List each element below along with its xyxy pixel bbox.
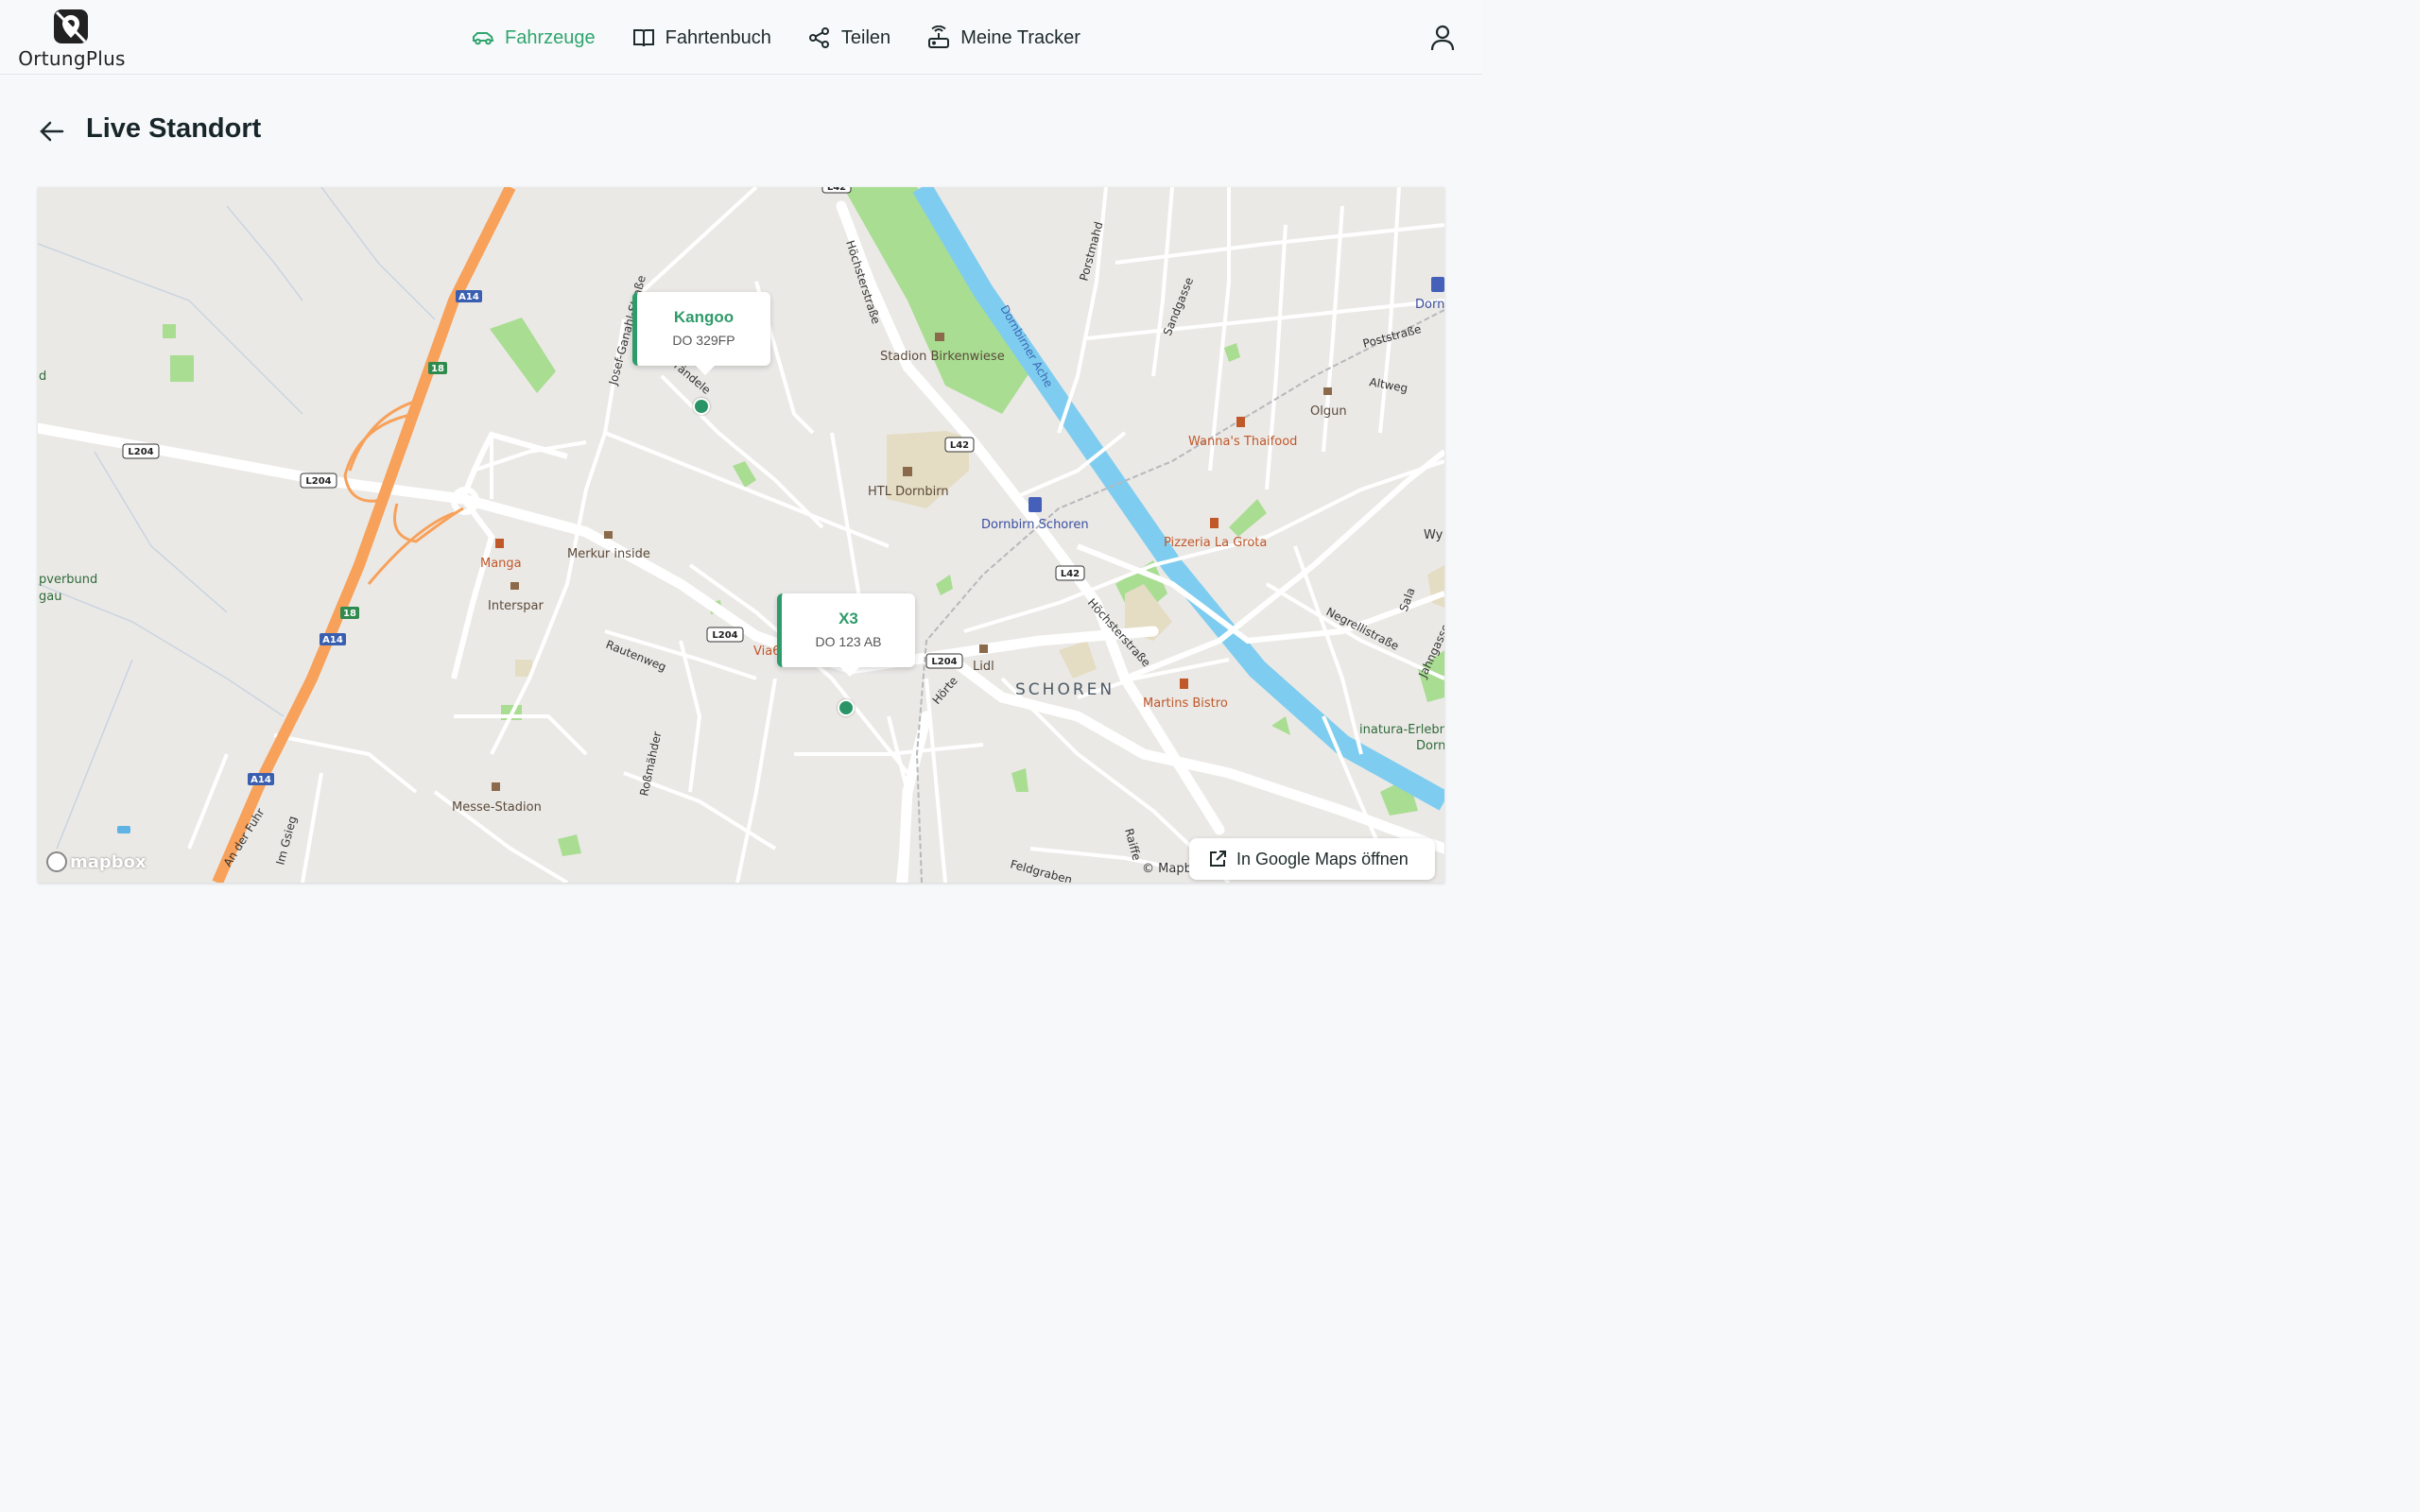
nav-item-label: Teilen <box>840 26 891 48</box>
back-arrow-icon[interactable] <box>36 115 68 147</box>
vehicle-plate: DO 329FP <box>672 333 735 348</box>
campus-areas <box>515 431 1444 679</box>
poi-label: Dorn <box>1416 739 1444 753</box>
road-shield-label: L42 <box>1061 569 1080 579</box>
logo-text: OrtungPlus <box>18 47 126 70</box>
open-in-google-maps-label: In Google Maps öffnen <box>1236 849 1409 868</box>
book-icon <box>632 29 654 47</box>
top-navigation-bar: OrtungPlus Fahrzeuge Fahrtenbuch Teilen … <box>0 0 1482 75</box>
street-label: Rautenweg <box>604 638 668 674</box>
poi-icons <box>117 277 1444 833</box>
street-label: Sala <box>1397 586 1418 613</box>
street-label: Altweg <box>1368 375 1409 395</box>
nav-item-label: Fahrzeuge <box>505 26 596 48</box>
road-shield-label: 18 <box>343 609 356 619</box>
poi-label: Martins Bistro <box>1143 696 1228 711</box>
page-title: Live Standort <box>86 113 262 144</box>
poi-label: HTL Dornbirn <box>868 485 949 499</box>
nav-item-fahrtenbuch[interactable]: Fahrtenbuch <box>631 26 771 50</box>
road-shield-label: A14 <box>251 775 271 785</box>
road-shield-label: A14 <box>458 292 479 302</box>
car-icon <box>473 32 494 45</box>
road-shield-label: L204 <box>712 630 737 641</box>
district-label: SCHOREN <box>1015 680 1115 699</box>
poi-label: Pizzeria La Grota <box>1164 536 1267 550</box>
street-label: Feldgraben <box>1009 857 1073 883</box>
app-logo[interactable]: OrtungPlus <box>17 8 127 70</box>
nav-item-meine-tracker[interactable]: Meine Tracker <box>926 26 1080 50</box>
road-shield-label: A14 <box>322 635 343 645</box>
poi-label: Dornbirn Schoren <box>981 518 1089 532</box>
tracker-icon <box>928 26 950 48</box>
share-icon <box>808 27 829 48</box>
vehicle-marker-x3[interactable] <box>838 699 855 716</box>
user-profile-icon[interactable] <box>1427 23 1458 53</box>
nav-item-label: Fahrtenbuch <box>665 26 771 48</box>
nav-item-teilen[interactable]: Teilen <box>807 26 890 50</box>
poi-label: Merkur inside <box>567 547 650 561</box>
road-shield-label: L204 <box>305 476 331 487</box>
road-shield-label: L42 <box>950 440 969 451</box>
nav-item-label: Meine Tracker <box>960 26 1080 48</box>
poi-label: Lidl <box>973 660 994 674</box>
road-shield-label: L204 <box>931 657 957 667</box>
nav-item-fahrzeuge[interactable]: Fahrzeuge <box>471 26 596 50</box>
vehicle-plate: DO 123 AB <box>815 634 882 649</box>
poi-label: Olgun <box>1310 404 1347 419</box>
poi-label: Wanna's Thaifood <box>1188 435 1297 449</box>
vehicle-marker-kangoo[interactable] <box>693 398 710 415</box>
main-navigation: Fahrzeuge Fahrtenbuch Teilen Meine Track… <box>471 21 1080 55</box>
poi-label: Messe-Stadion <box>452 800 542 815</box>
poi-label: Manga <box>480 557 522 571</box>
poi-label: Wy <box>1424 528 1443 542</box>
logo-mark-icon <box>54 9 88 43</box>
road-shield-label: L204 <box>128 447 153 457</box>
street-label: Hörte <box>930 674 960 707</box>
road-shield-label: L42 <box>827 187 846 193</box>
road-shield-label: 18 <box>431 364 444 374</box>
poi-label: Dorn <box>1415 298 1444 312</box>
vehicle-name: X3 <box>838 610 858 627</box>
vehicle-name: Kangoo <box>673 308 735 326</box>
poi-label: d <box>39 369 46 384</box>
open-in-google-maps-button[interactable]: In Google Maps öffnen <box>1189 838 1435 880</box>
live-location-map[interactable]: A14 18 18 A14 A14 L204 L204 L204 L204 L4… <box>38 187 1444 883</box>
mapbox-logo[interactable]: mapbox <box>46 850 147 873</box>
poi-label: pverbund <box>39 573 97 587</box>
external-link-icon <box>1210 850 1226 867</box>
poi-labels: Stadion Birkenwiese HTL Dornbirn Dornbir… <box>39 298 1444 815</box>
vehicle-popup-kangoo[interactable]: Kangoo DO 329FP <box>632 292 770 375</box>
street-label: Im Gsieg <box>273 815 299 867</box>
poi-label: gau <box>39 590 61 604</box>
mapbox-logo-text: mapbox <box>70 851 147 872</box>
mapbox-logo-icon <box>46 851 67 872</box>
vehicle-popup-x3[interactable]: X3 DO 123 AB <box>777 593 915 677</box>
poi-label: Interspar <box>488 599 544 613</box>
poi-label: inatura-Erlebn <box>1359 723 1444 737</box>
poi-label: Stadion Birkenwiese <box>880 350 1005 364</box>
